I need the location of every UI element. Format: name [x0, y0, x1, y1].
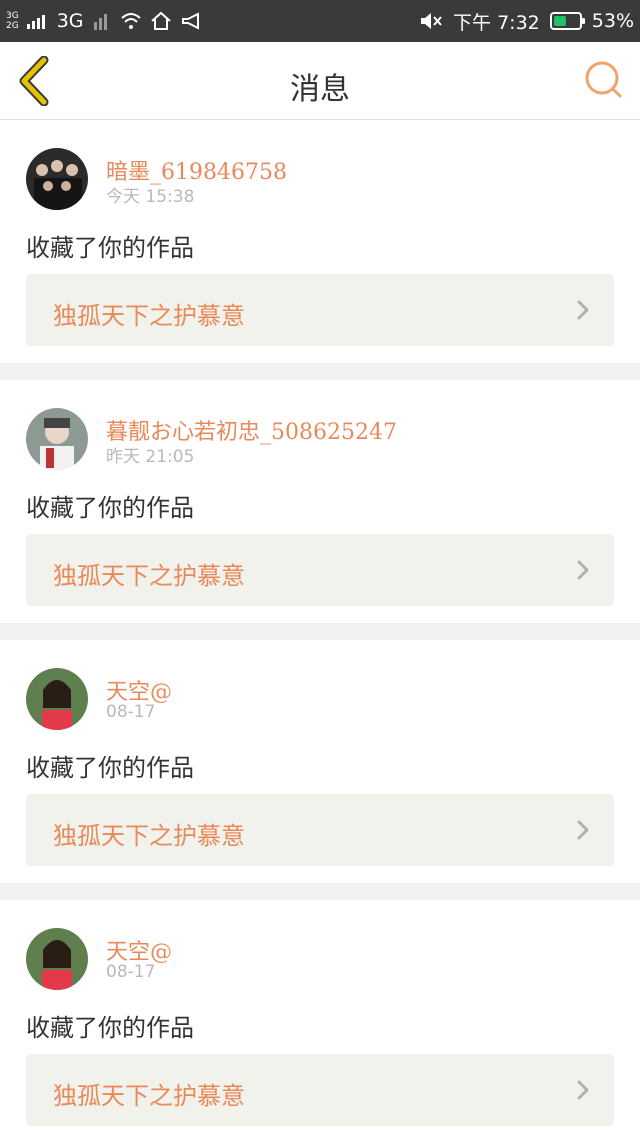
wifi-icon [120, 13, 141, 29]
work-title: 独孤天下之护慕意 [53, 1082, 245, 1110]
search-button[interactable] [584, 60, 624, 100]
avatar[interactable] [26, 408, 88, 470]
message-card: 天空@ 08-17 收藏了你的作品 独孤天下之护慕意 [0, 640, 640, 883]
action-text: 收藏了你的作品 [26, 234, 194, 262]
avatar[interactable] [26, 148, 88, 210]
network-type: 3G [56, 10, 84, 32]
work-link[interactable]: 独孤天下之护慕意 [26, 274, 614, 346]
signal-indicator: 3G 2G [6, 11, 19, 31]
card-divider [0, 363, 640, 380]
page-title: 消息 [290, 72, 350, 107]
no-signal-icon [93, 14, 107, 30]
chevron-right-icon [577, 820, 589, 840]
home-icon [150, 11, 171, 30]
battery-percent: 53% [591, 10, 634, 32]
card-divider [0, 623, 640, 640]
chevron-right-icon [577, 560, 589, 580]
work-link[interactable]: 独孤天下之护慕意 [26, 794, 614, 866]
work-title: 独孤天下之护慕意 [53, 562, 245, 590]
work-link[interactable]: 独孤天下之护慕意 [26, 534, 614, 606]
avatar[interactable] [26, 668, 88, 730]
message-card: 天空@ 08-17 收藏了你的作品 独孤天下之护慕意 [0, 900, 640, 1143]
card-divider [0, 883, 640, 900]
top-bar: 消息 [0, 42, 640, 120]
chevron-right-icon [577, 300, 589, 320]
message-time: 今天 15:38 [106, 187, 195, 207]
chevron-right-icon [577, 1080, 589, 1100]
megaphone-icon [181, 12, 199, 30]
search-icon [585, 61, 622, 98]
work-link[interactable]: 独孤天下之护慕意 [26, 1054, 614, 1126]
work-title: 独孤天下之护慕意 [53, 822, 245, 850]
message-time: 08-17 [106, 962, 156, 982]
mute-icon [421, 13, 442, 29]
status-bar: 3G 2G 3G 下午 7:32 53% [0, 0, 640, 42]
message-card: 暮靓お心若初忠_508625247 昨天 21:05 收藏了你的作品 独孤天下之… [0, 380, 640, 623]
message-card: 暗墨_619846758 今天 15:38 收藏了你的作品 独孤天下之护慕意 [0, 120, 640, 363]
action-text: 收藏了你的作品 [26, 494, 194, 522]
message-list: 暗墨_619846758 今天 15:38 收藏了你的作品 独孤天下之护慕意 暮… [0, 120, 640, 1143]
signal-icon [26, 15, 45, 29]
action-text: 收藏了你的作品 [26, 1014, 194, 1042]
avatar[interactable] [26, 928, 88, 990]
action-text: 收藏了你的作品 [26, 754, 194, 782]
message-time: 昨天 21:05 [106, 447, 195, 467]
clock: 下午 7:32 [453, 11, 540, 34]
message-time: 08-17 [106, 702, 156, 722]
battery-icon [549, 12, 585, 30]
net-bottom-label: 2G [6, 21, 19, 31]
work-title: 独孤天下之护慕意 [53, 302, 245, 330]
net-top-label: 3G [6, 11, 19, 21]
